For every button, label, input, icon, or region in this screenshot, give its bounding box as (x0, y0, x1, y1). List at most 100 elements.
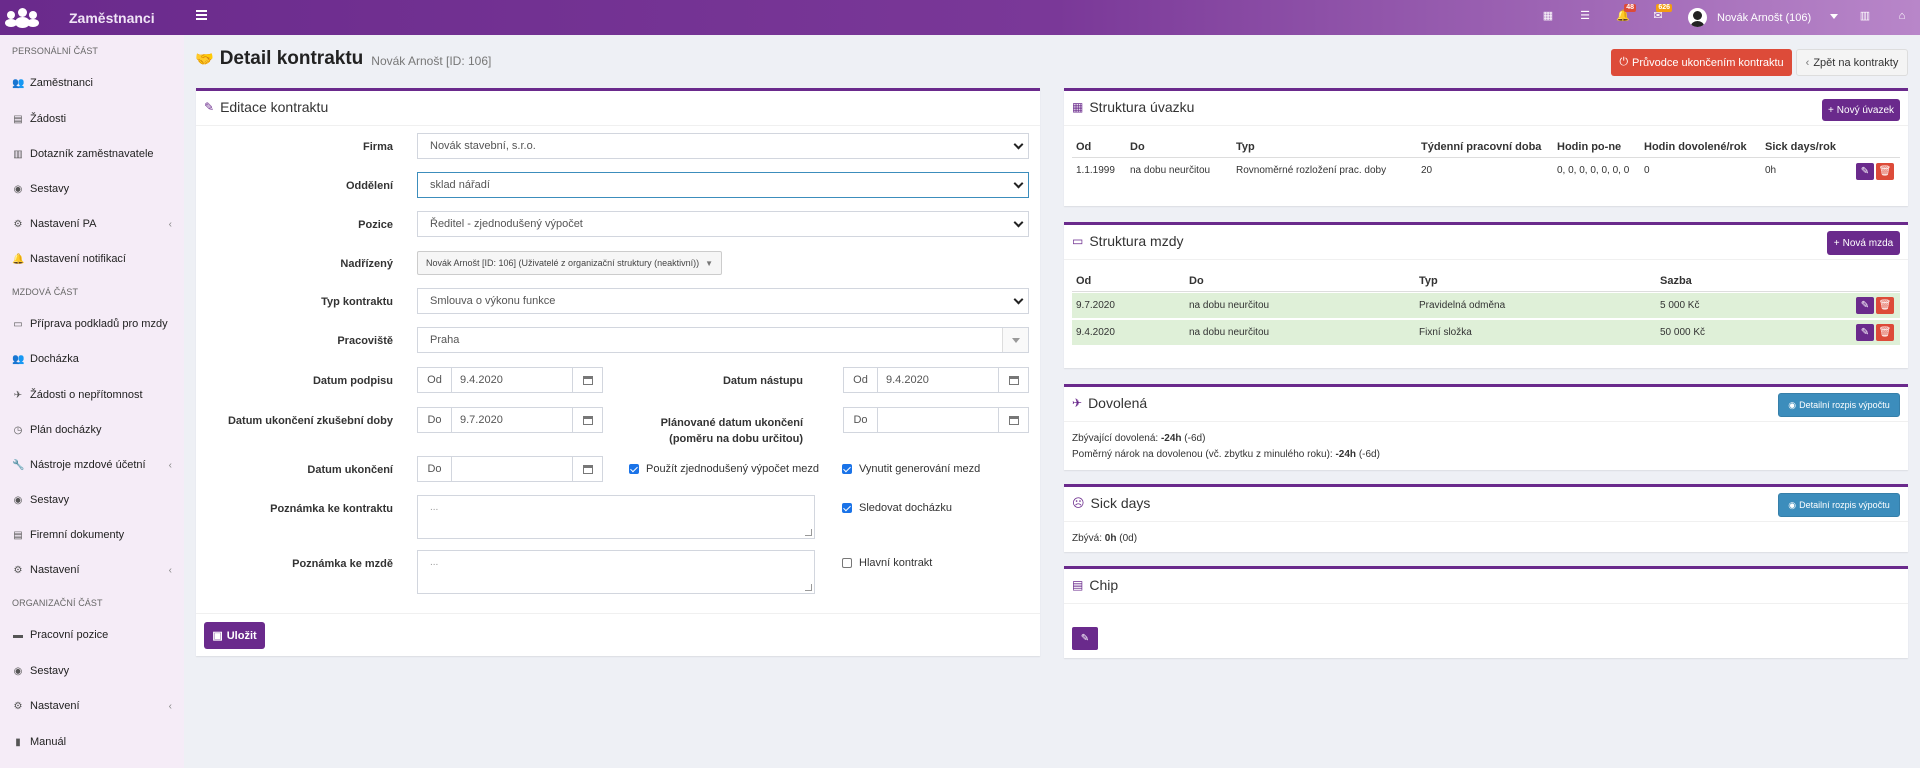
book-icon: ▮ (15, 736, 21, 748)
sidebar-item-nepritomnost[interactable]: ✈ Žádosti o nepřítomnost (12, 385, 172, 405)
table-header: Do (1130, 141, 1145, 153)
datum-ukonceni-input[interactable] (452, 457, 572, 481)
delete-row-button[interactable]: 🗑 (1876, 297, 1894, 314)
id-card-icon: ▤ (1072, 578, 1084, 592)
pozice-select[interactable]: Ředitel - zjednodušený výpočet (417, 211, 1029, 237)
datum-podpisu-input[interactable]: 9.4.2020 (452, 368, 572, 392)
eye-icon: ◉ (13, 494, 23, 506)
sidebar-item-nastroje[interactable]: 🔧 Nástroje mzdové účetní ‹ (12, 455, 172, 475)
sick-days-detail-button[interactable]: ◉ Detailní rozpis výpočtu (1778, 493, 1900, 517)
edit-row-button[interactable]: ✎ (1856, 297, 1874, 314)
table-header: Hodin dovolené/rok (1644, 141, 1747, 153)
gears-icon: ⚙ (13, 700, 23, 712)
eye-icon: ◉ (1788, 399, 1797, 410)
datum-ukonceni-field[interactable]: Do (417, 456, 603, 482)
sidebar-item-nastaveni-pa[interactable]: ⚙ Nastavení PA ‹ (12, 214, 172, 234)
table-cell: Pravidelná odměna (1419, 300, 1506, 311)
sick-face-icon: ☹ (1072, 496, 1085, 510)
calendar-icon[interactable]: ▦ (1542, 10, 1554, 22)
sidebar-item-sestavy-org[interactable]: ◉ Sestavy (12, 661, 172, 681)
edit-chip-button[interactable]: ✎ (1072, 627, 1098, 650)
novy-uvazek-button[interactable]: + Nový úvazek (1822, 99, 1900, 121)
user-menu[interactable]: Novák Arnošt (106) (1688, 8, 1811, 27)
menu-toggle-icon[interactable] (196, 10, 207, 20)
hlavni-kontrakt-checkbox[interactable]: Hlavní kontrakt (842, 557, 932, 569)
edit-row-button[interactable]: ✎ (1856, 324, 1874, 341)
typ-kontraktu-select[interactable]: Smlouva o výkonu funkce (417, 288, 1029, 314)
page-header: 🤝 Detail kontraktu Novák Arnošt [ID: 106… (195, 48, 491, 70)
sidebar-item-notifikace[interactable]: 🔔 Nastavení notifikací (12, 249, 172, 269)
date-prefix: Do (418, 408, 452, 432)
firma-select[interactable]: Novák stavební, s.r.o. (417, 133, 1029, 159)
chevron-down-icon[interactable] (1830, 14, 1838, 19)
building-icon[interactable]: ▥ (1859, 10, 1871, 22)
typ-kontraktu-label: Typ kontraktu (321, 296, 393, 308)
calendar-icon[interactable] (572, 457, 602, 481)
sidebar-item-sestavy-mzdy[interactable]: ◉ Sestavy (12, 490, 172, 510)
table-cell: 20 (1421, 165, 1433, 176)
sidebar-item-dochazka[interactable]: 👥 Docházka (12, 349, 172, 369)
table-header: Hodin po-ne (1557, 141, 1622, 153)
sidebar-item-sestavy[interactable]: ◉ Sestavy (12, 179, 172, 199)
datum-podpisu-field[interactable]: Od 9.4.2020 (417, 367, 603, 393)
sidebar-item-priprava[interactable]: ▭ Příprava podkladů pro mzdy (12, 314, 172, 334)
gears-icon: ⚙ (13, 218, 23, 230)
vynutit-generovani-checkbox[interactable]: Vynutit generování mezd (842, 463, 980, 475)
checkbox-checked[interactable] (629, 464, 639, 474)
back-to-contracts-button[interactable]: ‹ Zpět na kontrakty (1796, 49, 1908, 76)
table-cell: Rovnoměrné rozložení prac. doby (1236, 165, 1387, 176)
planovane-ukonceni-input[interactable] (878, 408, 998, 432)
avatar (1688, 8, 1707, 27)
datum-nastupu-field[interactable]: Od 9.4.2020 (843, 367, 1029, 393)
eye-icon: ◉ (1788, 499, 1797, 510)
dovolena-detail-button[interactable]: ◉ Detailní rozpis výpočtu (1778, 393, 1900, 417)
plane-icon: ✈ (13, 389, 23, 401)
calendar-icon[interactable] (998, 368, 1028, 392)
inbox-icon[interactable]: ✉ 626 (1652, 4, 1672, 22)
sidebar-item-nastaveni-org[interactable]: ⚙ Nastavení ‹ (12, 696, 172, 716)
brand[interactable]: Zaměstnanci (0, 0, 184, 35)
sledovat-dochazku-checkbox[interactable]: Sledovat docházku (842, 502, 952, 514)
sidebar-item-manual[interactable]: ▮ Manuál (12, 732, 172, 752)
table-header: Typ (1419, 275, 1438, 287)
sidebar-item-pozice[interactable]: ▬ Pracovní pozice (12, 625, 172, 645)
pracoviste-select[interactable]: Praha (417, 327, 1029, 353)
delete-row-button[interactable]: 🗑 (1876, 324, 1894, 341)
datum-nastupu-input[interactable]: 9.4.2020 (878, 368, 998, 392)
checkbox-unchecked[interactable] (842, 558, 852, 568)
edit-row-button[interactable]: ✎ (1856, 163, 1874, 180)
sidebar-item-plan[interactable]: ◷ Plán docházky (12, 420, 172, 440)
oddeleni-select[interactable]: sklad nářadí (417, 172, 1029, 198)
delete-row-button[interactable]: 🗑 (1876, 163, 1894, 180)
planovane-ukonceni-field[interactable]: Do (843, 407, 1029, 433)
calendar-icon: ▦ (1072, 100, 1084, 114)
bell-icon[interactable]: 🔔 48 (1616, 4, 1636, 22)
nova-mzda-button[interactable]: + Nová mzda (1827, 231, 1900, 255)
checkbox-checked[interactable] (842, 503, 852, 513)
calendar-icon[interactable] (998, 408, 1028, 432)
poznamka-mzda-textarea[interactable]: ... (417, 550, 815, 594)
poznamka-kontrakt-textarea[interactable]: ... (417, 495, 815, 539)
zkusebni-doba-field[interactable]: Do 9.7.2020 (417, 407, 603, 433)
nadrizeny-dropdown[interactable]: Novák Arnošt [ID: 106] (Uživatelé z orga… (417, 251, 723, 275)
checkbox-checked[interactable] (842, 464, 852, 474)
edit-contract-box: ✎ Editace kontraktu Firma Novák stavební… (196, 88, 1040, 656)
end-contract-button[interactable]: ⏻ Průvodce ukončením kontraktu (1611, 49, 1792, 76)
save-button[interactable]: ▣ Uložit (204, 622, 265, 649)
zkusebni-doba-input[interactable]: 9.7.2020 (452, 408, 572, 432)
tasks-list-icon[interactable]: ☰ (1579, 10, 1591, 22)
chevron-left-icon: ‹ (168, 218, 172, 230)
handshake-icon: 🤝 (195, 51, 214, 68)
home-icon[interactable]: ⌂ (1896, 10, 1908, 22)
sidebar-item-dokumenty[interactable]: ▤ Firemní dokumenty (12, 525, 172, 545)
calendar-icon[interactable] (572, 408, 602, 432)
sidebar-item-zamestnanci[interactable]: 👥 Zaměstnanci (12, 73, 172, 93)
divider (1064, 603, 1908, 604)
struktura-uvazku-box: ▦ Struktura úvazku + Nový úvazek Od Do Typ… (1064, 88, 1908, 206)
users-logo-icon (5, 7, 39, 29)
zjednoduseny-vypocet-checkbox[interactable]: Použít zjednodušený výpočet mezd (629, 463, 819, 475)
sidebar-item-nastaveni-mzdy[interactable]: ⚙ Nastavení ‹ (12, 560, 172, 580)
calendar-icon[interactable] (572, 368, 602, 392)
sidebar-item-dotaznik[interactable]: ▥ Dotazník zaměstnavatele (12, 144, 172, 164)
sidebar-item-zadosti[interactable]: ▤ Žádosti (12, 109, 172, 129)
